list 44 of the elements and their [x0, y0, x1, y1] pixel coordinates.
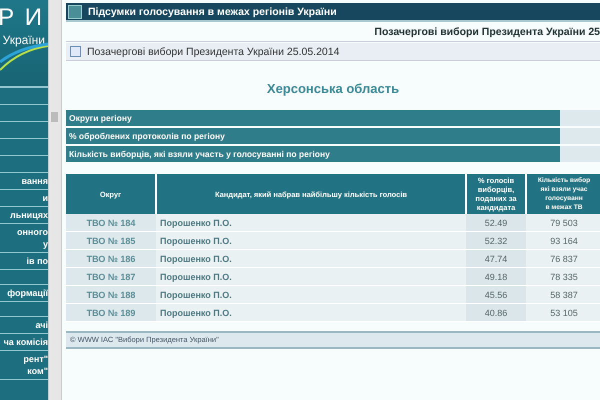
menu-item[interactable]: рент" ком"	[23, 353, 48, 377]
menu-item[interactable]: формації	[7, 287, 48, 299]
table-cell: ТВО № 189	[66, 304, 156, 322]
table-cell: 79 503	[526, 214, 600, 232]
summary-label: Кількість виборців, які взяли участь у голосуванні по регіону	[66, 146, 560, 162]
menu-item[interactable]: ча комісія	[4, 336, 48, 348]
table-cell: 53 105	[526, 304, 600, 322]
menu-item[interactable]: ів по	[26, 255, 48, 267]
table-cell: 52.32	[466, 232, 526, 250]
table-cell: 45.56	[466, 286, 526, 304]
menu-item[interactable]: льницях	[10, 209, 48, 221]
table-cell: Порошенко П.О.	[156, 268, 466, 286]
table-cell: Порошенко П.О.	[156, 232, 466, 250]
table-cell: 93 164	[526, 232, 600, 250]
menu-item[interactable]: вання	[21, 175, 48, 187]
election-label: Позачергові вибори Президента України 25.05.2014	[87, 46, 340, 58]
scrollbar-thumb[interactable]	[51, 112, 58, 122]
table-cell: Порошенко П.О.	[156, 214, 466, 232]
table-cell: Порошенко П.О.	[156, 250, 466, 268]
logo-subtitle: України	[2, 33, 45, 47]
table-cell: ТВО № 187	[66, 268, 156, 286]
summary-label: Округи регіону	[66, 110, 560, 126]
menu-item[interactable]: и	[42, 192, 48, 204]
table-cell: 40.86	[466, 304, 526, 322]
table-cell: Порошенко П.О.	[156, 304, 466, 322]
menu-item[interactable]: ачі	[35, 319, 48, 331]
table-cell: 49.18	[466, 268, 526, 286]
summary-label: % оброблених протоколів по регіону	[66, 128, 560, 144]
election-heading: Позачергові вибори Президента України 25	[66, 22, 600, 42]
table-cell: ТВО № 184	[66, 214, 156, 232]
menu-item[interactable]: онного у	[17, 226, 48, 250]
region-title: Херсонська область	[266, 80, 400, 98]
table-cell: 52.49	[466, 214, 526, 232]
table-cell: 78 335	[526, 268, 600, 286]
logo-text: Р И	[0, 4, 44, 32]
table-cell: 58 387	[526, 286, 600, 304]
table-cell: 47.74	[466, 250, 526, 268]
table-cell: ТВО № 186	[66, 250, 156, 268]
election-selector[interactable]: Позачергові вибори Президента України 25.05.2014	[66, 43, 600, 61]
table-cell: Порошенко П.О.	[156, 286, 466, 304]
table-cell: ТВО № 188	[66, 286, 156, 304]
table-cell: 76 837	[526, 250, 600, 268]
table-cell: ТВО № 185	[66, 232, 156, 250]
page-title: Підсумки голосування в межах регіонів України	[88, 6, 337, 18]
